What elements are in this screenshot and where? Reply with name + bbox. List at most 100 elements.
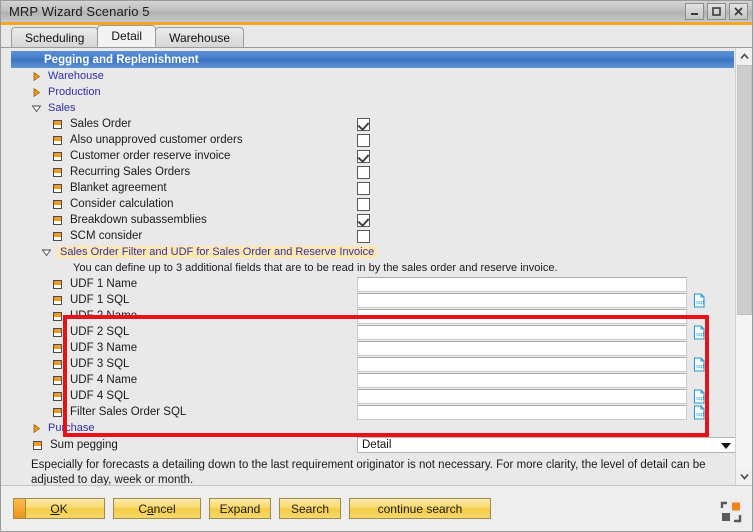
sql-document-icon[interactable]: sql	[692, 357, 707, 372]
chevron-down-icon[interactable]	[721, 443, 731, 449]
sum-pegging-row[interactable]: Sum pegging Detail	[11, 436, 735, 454]
sum-pegging-value: Detail	[362, 439, 391, 451]
sum-pegging-label: Sum pegging	[50, 439, 118, 451]
udf-input[interactable]	[357, 309, 687, 324]
option-row[interactable]: Customer order reserve invoice	[11, 148, 735, 164]
bullet-icon	[53, 136, 62, 145]
udf-row[interactable]: UDF 4 Name	[11, 372, 735, 388]
bullet-icon	[33, 441, 42, 450]
tab-detail[interactable]: Detail	[97, 25, 156, 47]
tree-node-udf[interactable]: Sales Order Filter and UDF for Sales Ord…	[11, 244, 735, 260]
udf-input[interactable]	[357, 405, 687, 420]
continue-search-button[interactable]: continue search	[349, 498, 491, 519]
vertical-scrollbar[interactable]	[735, 48, 752, 485]
detail-panel: Pegging and Replenishment Warehouse Prod…	[1, 48, 752, 485]
udf-hint-text: You can define up to 3 additional fields…	[11, 260, 735, 276]
ok-button[interactable]: OK	[13, 498, 105, 519]
udf-row[interactable]: UDF 3 Name	[11, 340, 735, 356]
search-button[interactable]: Search	[279, 498, 341, 519]
cancel-button[interactable]: Cancel	[113, 498, 201, 519]
tab-scheduling[interactable]: Scheduling	[11, 27, 98, 47]
udf-row[interactable]: UDF 2 SQL sql	[11, 324, 735, 340]
tab-strip: Scheduling Detail Warehouse	[1, 25, 752, 48]
option-label: Breakdown subassemblies	[70, 214, 207, 226]
bullet-icon	[53, 200, 62, 209]
svg-text:sql: sql	[696, 396, 704, 402]
expand-button[interactable]: Expand	[209, 498, 271, 519]
bullet-icon	[53, 168, 62, 177]
chevron-right-icon[interactable]	[31, 423, 42, 434]
svg-text:sql: sql	[696, 332, 704, 338]
minimize-icon[interactable]	[685, 3, 704, 20]
bullet-icon	[53, 216, 62, 225]
udf-input[interactable]	[357, 357, 687, 372]
resize-grip-icon[interactable]	[720, 501, 742, 523]
udf-input[interactable]	[357, 389, 687, 404]
tab-warehouse[interactable]: Warehouse	[155, 27, 244, 47]
udf-input[interactable]	[357, 277, 687, 292]
udf-row[interactable]: UDF 1 Name	[11, 276, 735, 292]
maximize-icon[interactable]	[707, 3, 726, 20]
svg-text:sql: sql	[696, 412, 704, 418]
option-label: Sales Order	[70, 118, 131, 130]
udf-input[interactable]	[357, 341, 687, 356]
udf-row-label: UDF 1 SQL	[70, 294, 129, 306]
tree-group-purchase[interactable]: Purchase	[11, 420, 735, 436]
udf-row[interactable]: UDF 2 Name	[11, 308, 735, 324]
bullet-icon	[53, 184, 62, 193]
tree-group-sales[interactable]: Sales	[11, 100, 735, 116]
chevron-down-icon[interactable]	[31, 103, 42, 114]
udf-row[interactable]: UDF 1 SQL sql	[11, 292, 735, 308]
option-row[interactable]: Also unapproved customer orders	[11, 132, 735, 148]
option-checkbox[interactable]	[357, 182, 370, 195]
tree-group-production[interactable]: Production	[11, 84, 735, 100]
chevron-right-icon[interactable]	[31, 87, 42, 98]
option-checkbox[interactable]	[357, 230, 370, 243]
bullet-icon	[53, 376, 62, 385]
tree-group-label-warehouse: Warehouse	[48, 70, 104, 82]
sql-document-icon[interactable]: sql	[692, 293, 707, 308]
tree-group-label-purchase: Purchase	[48, 422, 94, 434]
bullet-icon	[53, 344, 62, 353]
tree-node-label-udf: Sales Order Filter and UDF for Sales Ord…	[57, 246, 377, 258]
bullet-icon	[53, 360, 62, 369]
option-checkbox[interactable]	[357, 134, 370, 147]
option-checkbox[interactable]	[357, 150, 370, 163]
chevron-right-icon[interactable]	[31, 71, 42, 82]
udf-input[interactable]	[357, 293, 687, 308]
sql-document-icon[interactable]: sql	[692, 389, 707, 404]
window-title: MRP Wizard Scenario 5	[9, 4, 150, 19]
tree-group-warehouse[interactable]: Warehouse	[11, 68, 735, 84]
scroll-up-icon[interactable]	[736, 48, 753, 65]
option-checkbox[interactable]	[357, 166, 370, 179]
bullet-icon	[53, 312, 62, 321]
option-row[interactable]: Sales Order	[11, 116, 735, 132]
udf-input[interactable]	[357, 373, 687, 388]
udf-row[interactable]: Filter Sales Order SQL sql	[11, 404, 735, 420]
option-row[interactable]: Recurring Sales Orders	[11, 164, 735, 180]
sum-pegging-dropdown[interactable]: Detail	[357, 437, 735, 453]
option-row[interactable]: SCM consider	[11, 228, 735, 244]
udf-row[interactable]: UDF 3 SQL sql	[11, 356, 735, 372]
sql-document-icon[interactable]: sql	[692, 405, 707, 420]
tree-rows: Warehouse Production Sales	[11, 68, 735, 485]
udf-row-label: UDF 4 SQL	[70, 390, 129, 402]
udf-row-label: UDF 2 Name	[70, 310, 137, 322]
chevron-down-icon[interactable]	[41, 247, 52, 258]
option-row[interactable]: Consider calculation	[11, 196, 735, 212]
scrollbar-thumb[interactable]	[737, 65, 752, 315]
option-checkbox[interactable]	[357, 198, 370, 211]
option-row[interactable]: Blanket agreement	[11, 180, 735, 196]
udf-row-label: UDF 3 SQL	[70, 358, 129, 370]
settings-tree: Pegging and Replenishment Warehouse Prod…	[1, 48, 735, 485]
option-checkbox[interactable]	[357, 118, 370, 131]
udf-input[interactable]	[357, 325, 687, 340]
close-icon[interactable]	[729, 3, 748, 20]
udf-row[interactable]: UDF 4 SQL sql	[11, 388, 735, 404]
scrollbar-track[interactable]	[736, 65, 753, 468]
bullet-icon	[53, 152, 62, 161]
sql-document-icon[interactable]: sql	[692, 325, 707, 340]
option-checkbox[interactable]	[357, 214, 370, 227]
option-row[interactable]: Breakdown subassemblies	[11, 212, 735, 228]
scroll-down-icon[interactable]	[736, 468, 753, 485]
